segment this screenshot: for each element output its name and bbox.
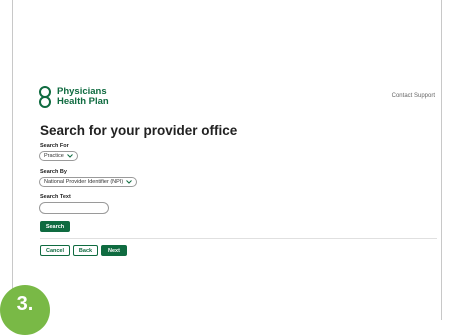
search-by-label: Search By bbox=[40, 169, 67, 175]
divider bbox=[40, 238, 437, 239]
step-number: 3. bbox=[16, 293, 34, 315]
search-text-input[interactable] bbox=[39, 202, 109, 214]
search-for-label: Search For bbox=[40, 143, 69, 149]
search-button[interactable]: Search bbox=[40, 221, 70, 232]
logo-line-2: Health Plan bbox=[57, 96, 109, 107]
search-for-value: Practice bbox=[44, 153, 64, 159]
next-button[interactable]: Next bbox=[101, 245, 127, 256]
page-title: Search for your provider office bbox=[40, 123, 238, 138]
app-window bbox=[12, 0, 442, 320]
back-button[interactable]: Back bbox=[73, 245, 98, 256]
chevron-down-icon bbox=[67, 154, 73, 158]
step-badge: 3. bbox=[0, 285, 50, 335]
physicians-health-plan-logo: Physicians Health Plan bbox=[37, 86, 109, 108]
logo-text: Physicians Health Plan bbox=[57, 87, 109, 107]
contact-support-link[interactable]: Contact Support bbox=[392, 93, 435, 99]
search-text-label: Search Text bbox=[40, 194, 71, 200]
cancel-button[interactable]: Cancel bbox=[40, 245, 70, 256]
search-for-select[interactable]: Practice bbox=[39, 151, 78, 161]
logo-mark-icon bbox=[39, 86, 51, 108]
chevron-down-icon bbox=[126, 180, 133, 184]
search-by-value: National Provider Identifier (NPI) bbox=[44, 179, 124, 185]
search-by-select[interactable]: National Provider Identifier (NPI) bbox=[39, 177, 138, 187]
